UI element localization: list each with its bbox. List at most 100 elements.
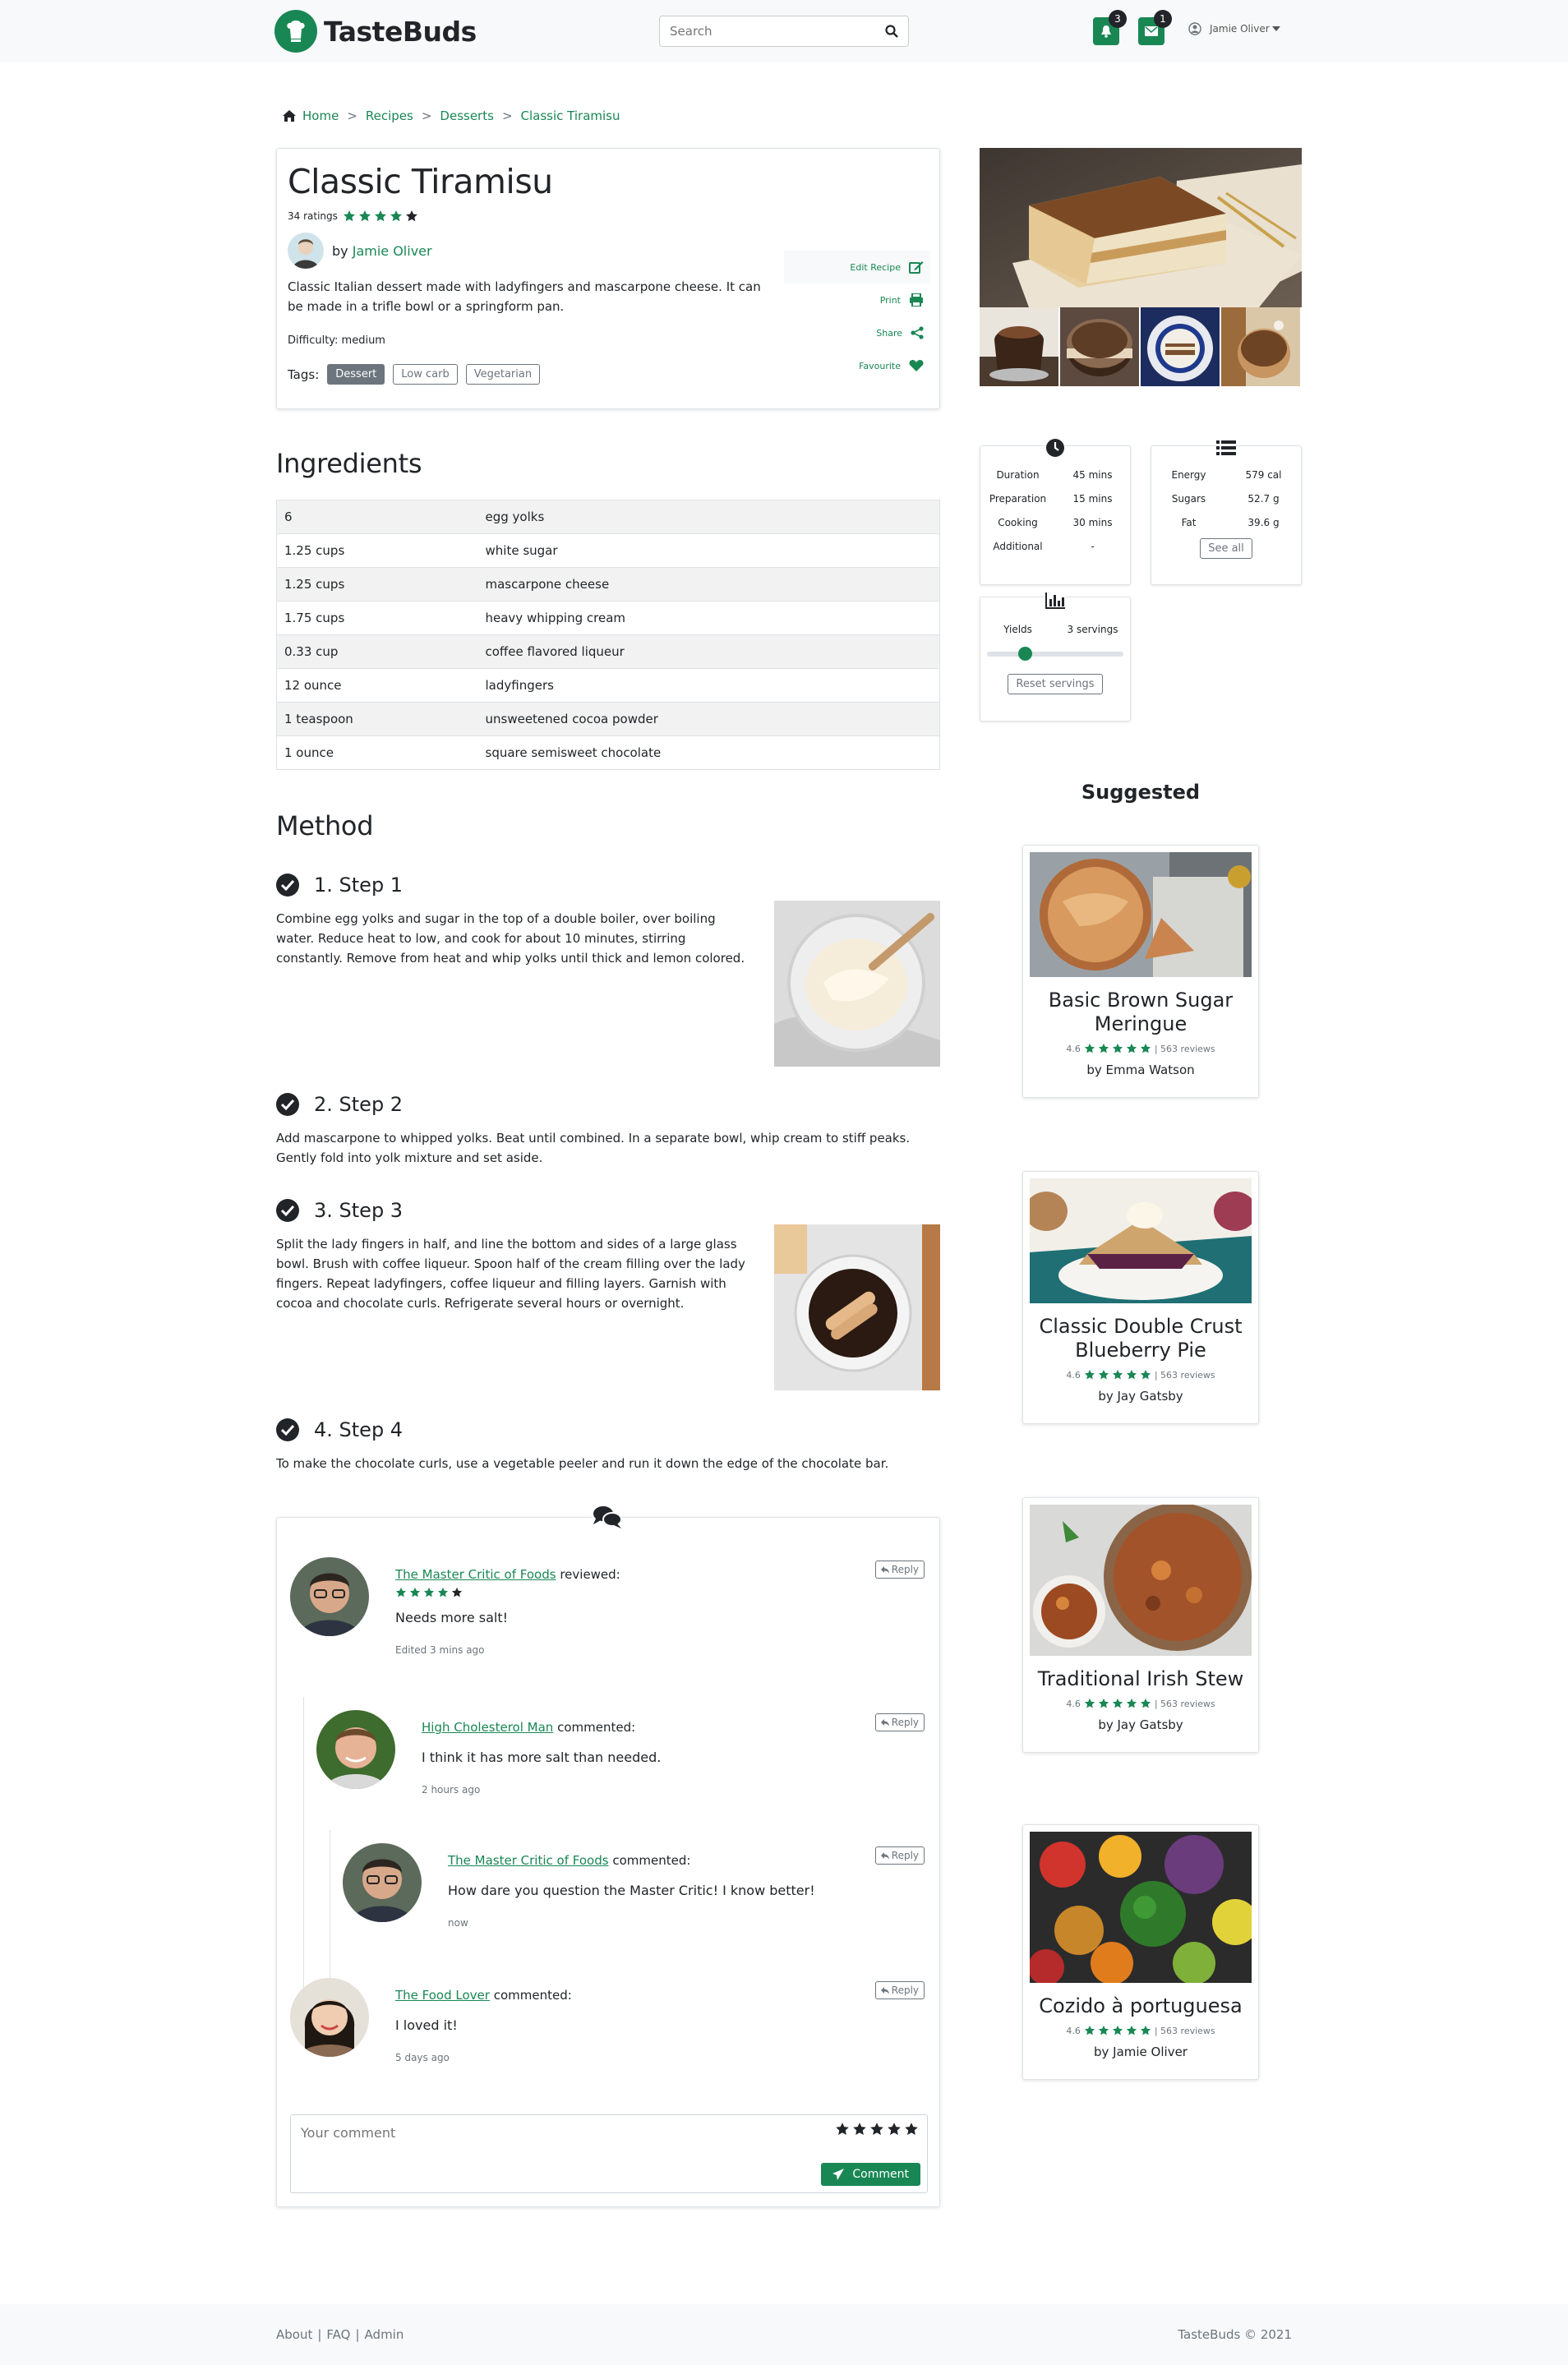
tag-low-carb[interactable]: Low carb <box>393 364 458 385</box>
breadcrumb-current[interactable]: Classic Tiramisu <box>521 108 620 123</box>
comment-avatar[interactable] <box>290 1557 369 1636</box>
print-icon <box>910 293 923 307</box>
check-circle-icon[interactable] <box>276 874 299 897</box>
step-1-image[interactable] <box>774 901 940 1067</box>
recipe-card: Classic Tiramisu 34 ratings by Jamie Oli… <box>276 148 940 409</box>
comment-rating-input[interactable] <box>835 2122 919 2137</box>
star-icon <box>869 2122 884 2137</box>
recipe-thumbnail-3[interactable] <box>1141 307 1220 386</box>
suggested-author: by Jay Gatsby <box>1098 1717 1183 1732</box>
ingredient-row: 0.33 cup coffee flavored liqueur <box>276 634 940 669</box>
star-icon <box>437 1587 449 1598</box>
reset-servings-button[interactable]: Reset servings <box>1008 674 1103 694</box>
comment-action: commented: <box>557 1720 636 1735</box>
messages-button[interactable]: 1 <box>1138 10 1172 45</box>
star-rating <box>1084 2025 1151 2036</box>
see-all-button[interactable]: See all <box>1200 538 1252 559</box>
ingredient-row: 12 ounce ladyfingers <box>276 668 940 703</box>
ingredient-name: square semisweet chocolate <box>477 735 940 770</box>
tags-label: Tags: <box>288 367 320 382</box>
suggested-image[interactable] <box>1030 1832 1252 1983</box>
check-circle-icon[interactable] <box>276 1199 299 1222</box>
comment-submit-button[interactable]: Comment <box>821 2163 920 2186</box>
comment-header: The Master Critic of Foods reviewed: <box>395 1567 620 1582</box>
comment-avatar[interactable] <box>290 1978 369 2057</box>
edit-recipe-button[interactable]: Edit Recipe <box>784 251 930 284</box>
print-button[interactable]: Print <box>784 284 930 316</box>
brand-logo[interactable]: TasteBuds <box>274 10 477 53</box>
star-icon <box>1140 1369 1151 1381</box>
reviews-count: | 563 reviews <box>1154 1698 1215 1709</box>
suggested-title[interactable]: Basic Brown Sugar Meringue <box>1023 989 1258 1036</box>
navbar: TasteBuds 3 1 Jamie Oliver <box>0 0 1568 62</box>
star-rating <box>1084 1369 1151 1381</box>
caret-down-icon <box>1271 26 1280 31</box>
breadcrumb-recipes[interactable]: Recipes <box>366 108 413 123</box>
slider-thumb[interactable] <box>1017 647 1032 661</box>
recipe-thumbnail-2[interactable] <box>1060 307 1139 386</box>
edit-recipe-label: Edit Recipe <box>850 261 901 273</box>
star-rating[interactable] <box>343 210 418 223</box>
suggested-title[interactable]: Classic Double Crust Blueberry Pie <box>1023 1315 1258 1362</box>
ingredient-quantity: 1.25 cups <box>276 533 478 568</box>
reviews-count: | 563 reviews <box>1154 1369 1215 1381</box>
suggested-author: by Emma Watson <box>1086 1063 1195 1077</box>
notifications-badge: 3 <box>1109 10 1127 28</box>
servings-slider[interactable] <box>987 646 1123 661</box>
recipe-main-image[interactable] <box>980 148 1302 307</box>
reply-button[interactable]: Reply <box>874 1561 925 1579</box>
footer-faq-link[interactable]: FAQ <box>326 2327 350 2342</box>
suggested-image[interactable] <box>1030 852 1252 977</box>
comment-author-link[interactable]: The Food Lover <box>395 1988 490 2003</box>
star-icon <box>395 1587 407 1598</box>
suggested-image[interactable] <box>1030 1505 1252 1656</box>
comment-author-link[interactable]: The Master Critic of Foods <box>448 1853 609 1868</box>
footer-about-link[interactable]: About <box>276 2327 312 2342</box>
tag-vegetarian[interactable]: Vegetarian <box>465 364 541 385</box>
step-title: 3. Step 3 <box>314 1199 404 1222</box>
home-icon[interactable] <box>283 110 296 122</box>
author-link[interactable]: Jamie Oliver <box>353 243 432 259</box>
comment-avatar[interactable] <box>343 1843 422 1922</box>
suggested-card[interactable]: Classic Double Crust Blueberry Pie 4.6 | … <box>1022 1171 1259 1424</box>
suggested-title[interactable]: Traditional Irish Stew <box>1023 1667 1258 1691</box>
notifications-button[interactable]: 3 <box>1093 10 1127 45</box>
suggested-card[interactable]: Cozido à portuguesa 4.6 | 563 reviews by … <box>1022 1824 1259 2080</box>
reply-button[interactable]: Reply <box>874 1981 925 1999</box>
star-icon <box>1084 2025 1095 2036</box>
share-button[interactable]: Share <box>784 316 930 349</box>
info-label: Fat <box>1181 516 1197 528</box>
breadcrumb-desserts[interactable]: Desserts <box>440 108 494 123</box>
comment-avatar[interactable] <box>316 1710 395 1789</box>
breadcrumb: Home > Recipes > Desserts > Classic Tira… <box>283 108 620 123</box>
search-input[interactable] <box>660 16 865 46</box>
comment-action: commented: <box>612 1853 691 1868</box>
reply-button[interactable]: Reply <box>874 1713 925 1731</box>
ingredient-row: 1 ounce square semisweet chocolate <box>276 735 940 770</box>
star-icon <box>1084 1698 1095 1709</box>
comments-section: The Master Critic of Foods reviewed: Nee… <box>276 1505 940 2207</box>
step-3-image[interactable] <box>774 1224 940 1390</box>
footer-links: About | FAQ | Admin <box>276 2327 404 2342</box>
comment-author-link[interactable]: The Master Critic of Foods <box>395 1567 556 1582</box>
user-menu[interactable]: Jamie Oliver <box>1188 22 1280 35</box>
search-icon[interactable] <box>885 25 898 38</box>
suggested-card[interactable]: Basic Brown Sugar Meringue 4.6 | 563 revi… <box>1022 845 1259 1098</box>
ingredient-quantity: 12 ounce <box>276 668 478 703</box>
check-circle-icon[interactable] <box>276 1093 299 1116</box>
tag-dessert[interactable]: Dessert <box>327 364 385 385</box>
footer-admin-link[interactable]: Admin <box>365 2327 404 2342</box>
suggested-title[interactable]: Cozido à portuguesa <box>1023 1994 1258 2018</box>
favourite-button[interactable]: Favourite <box>784 349 930 382</box>
breadcrumb-home[interactable]: Home <box>302 108 339 123</box>
recipe-thumbnail-4[interactable] <box>1221 307 1300 386</box>
comment-time: now <box>448 1917 468 1929</box>
check-circle-icon[interactable] <box>276 1418 299 1441</box>
suggested-image[interactable] <box>1030 1178 1252 1303</box>
recipe-thumbnail-1[interactable] <box>980 307 1058 386</box>
author-avatar[interactable] <box>288 233 324 269</box>
suggested-card[interactable]: Traditional Irish Stew 4.6 | 563 reviews … <box>1022 1497 1259 1753</box>
comment-author-link[interactable]: High Cholesterol Man <box>422 1720 553 1735</box>
reply-button[interactable]: Reply <box>874 1846 925 1865</box>
star-icon <box>1112 2025 1123 2036</box>
